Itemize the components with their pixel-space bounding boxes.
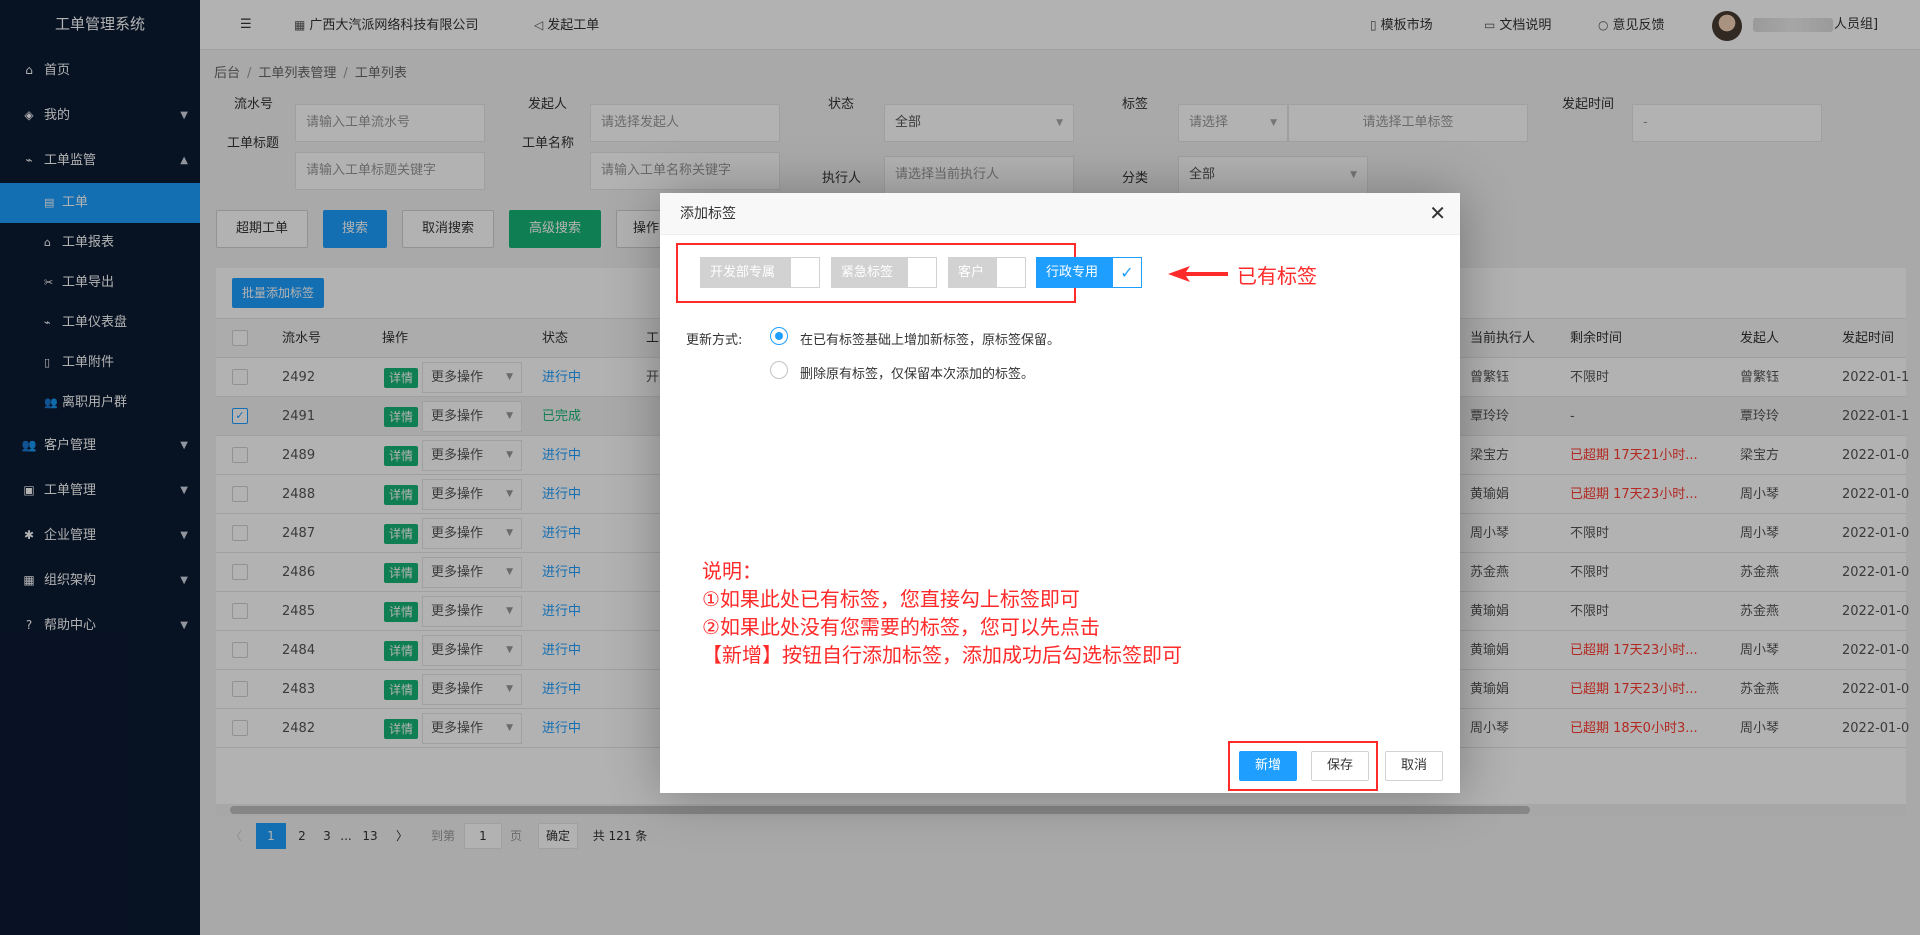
tag-checkbox-customer[interactable]: 客户 (948, 257, 1028, 288)
instruction-note: 说明： ①如果此处已有标签，您直接勾上标签即可 ②如果此处没有您需要的标签，您可… (702, 557, 1182, 669)
tag-name: 客户 (948, 257, 996, 288)
annotation-arrow-icon (1168, 266, 1228, 282)
note-line: ②如果此处没有您需要的标签，您可以先点击 (702, 615, 1100, 639)
add-tag-dialog: 添加标签 ✕ 开发部专属 紧急标签 客户 行政专用 ✓ 更新方式: 在已有标签基… (660, 193, 1460, 793)
tag-box (790, 257, 820, 288)
update-mode-label: 更新方式: (686, 333, 743, 348)
note-line: 说明： (702, 559, 762, 583)
radio-append[interactable] (770, 327, 788, 345)
note-line: ①如果此处已有标签，您直接勾上标签即可 (702, 587, 1080, 611)
save-button[interactable]: 保存 (1311, 751, 1370, 781)
tag-box (996, 257, 1026, 288)
tag-checkbox-urgent[interactable]: 紧急标签 (831, 257, 939, 288)
radio-append-label[interactable]: 在已有标签基础上增加新标签，原标签保留。 (800, 329, 1060, 348)
annotation-existing-tags: 已有标签 (1237, 264, 1317, 288)
tag-checkbox-admin[interactable]: 行政专用 ✓ (1036, 257, 1144, 288)
dialog-title: 添加标签 (660, 193, 1460, 235)
radio-replace-label[interactable]: 删除原有标签，仅保留本次添加的标签。 (800, 363, 1034, 382)
note-line: 【新增】按钮自行添加标签，添加成功后勾选标签即可 (702, 643, 1182, 667)
close-icon[interactable]: ✕ (1429, 202, 1446, 224)
tag-box (907, 257, 937, 288)
tag-checkbox-dev[interactable]: 开发部专属 (700, 257, 822, 288)
tag-name: 行政专用 (1036, 257, 1112, 288)
tag-name: 开发部专属 (700, 257, 790, 288)
add-tag-button[interactable]: 新增 (1239, 751, 1298, 781)
check-icon: ✓ (1112, 257, 1142, 288)
radio-replace[interactable] (770, 361, 788, 379)
tag-name: 紧急标签 (831, 257, 907, 288)
cancel-button[interactable]: 取消 (1385, 751, 1444, 781)
